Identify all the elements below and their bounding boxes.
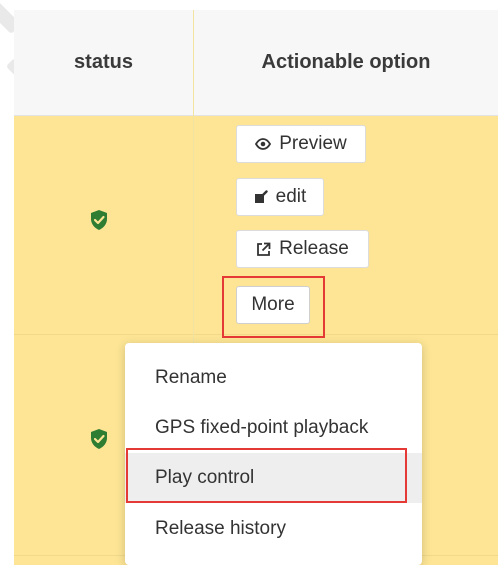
check-shield-icon: [91, 210, 107, 230]
screenshot-frame: status Actionable option Preview edit Re…: [0, 0, 498, 565]
table-header: status Actionable option: [14, 10, 498, 116]
release-button-label: Release: [279, 238, 349, 259]
edit-button[interactable]: edit: [236, 178, 324, 216]
more-button-label: More: [251, 294, 295, 315]
preview-button-label: Preview: [279, 133, 347, 154]
check-shield-icon: [91, 429, 107, 449]
release-button[interactable]: Release: [236, 230, 369, 268]
eye-icon: [255, 138, 272, 150]
preview-button[interactable]: Preview: [236, 125, 366, 163]
edit-button-label: edit: [275, 186, 307, 207]
menu-item-gps-fixed-point-playback[interactable]: GPS fixed-point playback: [125, 403, 422, 453]
status-column-header: status: [74, 51, 133, 73]
menu-item-rename[interactable]: Rename: [125, 353, 422, 403]
action-column-header: Actionable option: [261, 51, 431, 73]
menu-item-play-control[interactable]: Play control: [125, 453, 422, 503]
more-dropdown-menu: Rename GPS fixed-point playback Play con…: [125, 343, 422, 565]
more-button[interactable]: More: [236, 286, 310, 324]
edit-icon: [254, 190, 268, 204]
external-link-icon: [256, 242, 271, 257]
menu-item-release-history[interactable]: Release history: [125, 504, 422, 554]
